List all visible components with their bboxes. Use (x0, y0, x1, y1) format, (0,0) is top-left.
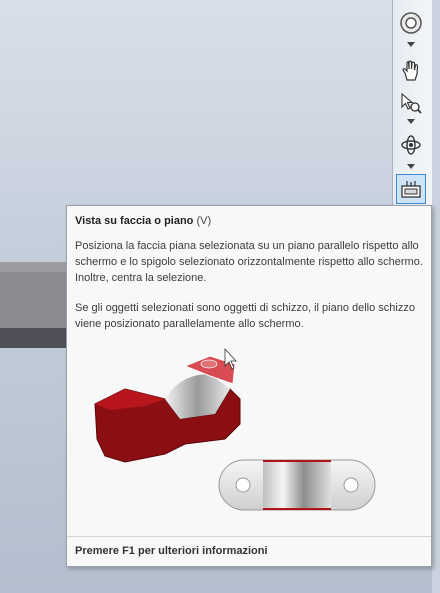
command-tooltip: Vista su faccia o piano (V) Posiziona la… (66, 205, 432, 567)
orbit-dropdown-icon[interactable] (407, 164, 415, 169)
tooltip-illustration-top-view (218, 459, 376, 511)
zoom-button[interactable] (396, 88, 426, 118)
navigation-bar-edge (432, 0, 440, 593)
tooltip-description: Posiziona la faccia piana selezionata su… (75, 240, 423, 284)
tooltip-separator (67, 536, 431, 537)
steering-wheel-button[interactable] (396, 8, 426, 38)
tooltip-illustration-part (94, 347, 241, 463)
model-part-bottom (0, 328, 76, 348)
steering-wheel-dropdown-icon[interactable] (407, 42, 415, 47)
pan-button[interactable] (396, 56, 426, 86)
tooltip-title-text: Vista su faccia o piano (75, 215, 194, 227)
tooltip-note: Se gli oggetti selezionati sono oggetti … (75, 302, 415, 330)
tooltip-footer: Premere F1 per ulteriori informazioni (75, 545, 268, 557)
zoom-cursor-icon (401, 92, 422, 114)
tooltip-title: Vista su faccia o piano (V) (75, 215, 211, 227)
tooltip-shortcut: (V) (196, 215, 212, 227)
model-part-body (0, 262, 76, 332)
zoom-dropdown-icon[interactable] (407, 119, 415, 124)
orbit-icon (401, 135, 421, 155)
steering-wheel-icon (400, 12, 422, 34)
pan-hand-icon (402, 60, 419, 81)
orbit-button[interactable] (396, 130, 426, 160)
look-at-button[interactable] (396, 174, 426, 204)
look-at-icon (401, 181, 421, 198)
model-part-edge (0, 262, 76, 272)
